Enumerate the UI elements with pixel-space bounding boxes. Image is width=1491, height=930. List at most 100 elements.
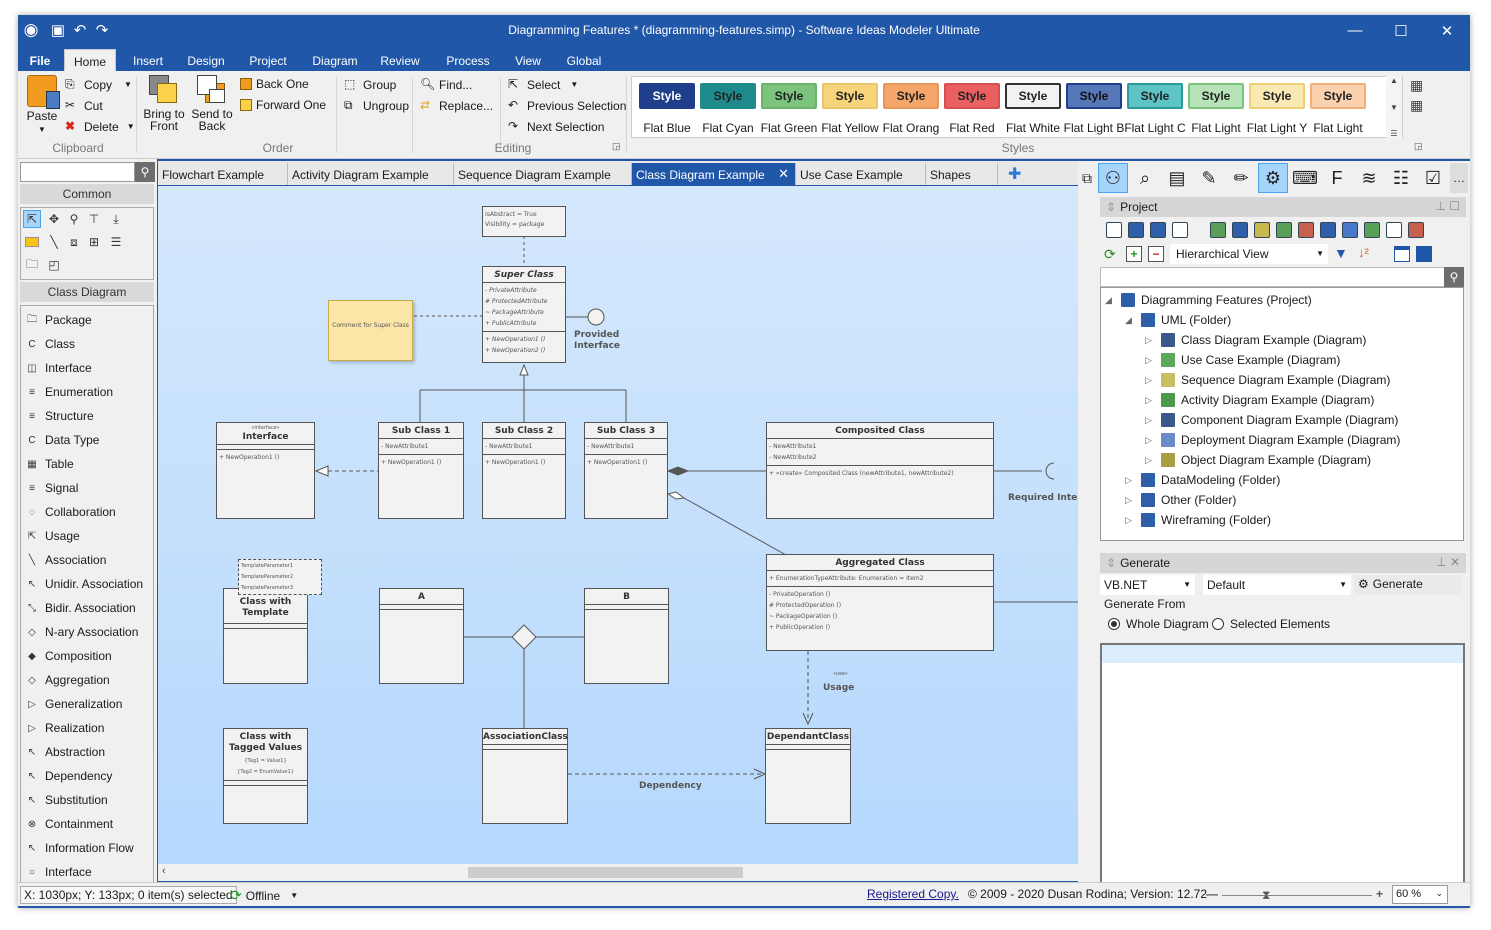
registered-copy-link[interactable]: Registered Copy. — [867, 887, 959, 901]
toolbox-item-unidir-association[interactable]: ↖ Unidir. Association — [25, 573, 143, 595]
zoom-slider-thumb[interactable]: ⧗ — [1262, 887, 1272, 903]
list-view-icon[interactable]: ☷ — [1386, 163, 1416, 193]
window-switch-icon[interactable]: ⧉ — [1078, 163, 1096, 193]
project-tool-icon[interactable] — [1172, 222, 1188, 238]
project-tool-icon[interactable] — [1210, 222, 1226, 238]
project-tool-icon[interactable] — [1254, 222, 1270, 238]
toolbox-item-association[interactable]: ╲ Association — [25, 549, 106, 571]
cut-button[interactable]: ✂ Cut — [65, 98, 103, 113]
toolbox-item-substitution[interactable]: ↖ Substitution — [25, 789, 108, 811]
group-button[interactable]: ⬚ Group — [344, 77, 396, 92]
tab-review[interactable]: Review — [374, 49, 426, 71]
styles-dialog-launcher-icon[interactable]: ◲ — [1414, 141, 1423, 152]
tree-node[interactable]: ▷ Other (Folder) — [1125, 490, 1236, 510]
toolbox-item-bidir-association[interactable]: ⤡ Bidir. Association — [25, 597, 136, 619]
style-swatch[interactable]: Style — [1249, 83, 1305, 109]
toolbox-item-class[interactable]: C Class — [25, 333, 75, 355]
project-tool-icon[interactable] — [1342, 222, 1358, 238]
toolbox-item-structure[interactable]: ≡ Structure — [25, 405, 94, 427]
aggregated-class[interactable]: Aggregated Class + EnumerationTypeAttrib… — [766, 554, 994, 651]
project-tool-icon[interactable] — [1128, 222, 1144, 238]
tree-node[interactable]: ▷ Deployment Diagram Example (Diagram) — [1145, 430, 1400, 450]
project-tool-icon[interactable] — [1408, 222, 1424, 238]
association-class[interactable]: AssociationClass — [482, 728, 568, 824]
forward-one-button[interactable]: Forward One — [240, 98, 326, 112]
expand-arrow-icon[interactable]: ▷ — [1145, 415, 1155, 426]
project-tool-icon[interactable] — [1364, 222, 1380, 238]
bring-to-front-button[interactable]: Bring to Front — [142, 75, 186, 132]
pointer-tool-icon[interactable]: ⇱ — [23, 210, 41, 228]
list-tool-icon[interactable]: ☰ — [107, 233, 125, 251]
toolbox-item-collaboration[interactable]: ◌ Collaboration — [25, 501, 116, 523]
line-tool-icon[interactable]: ╲ — [45, 233, 63, 251]
send-to-back-button[interactable]: Send to Back — [190, 75, 234, 132]
project-tool-icon[interactable] — [1298, 222, 1314, 238]
zoom-level-select[interactable]: 60 % ⌄ — [1392, 885, 1448, 904]
doc-tab[interactable]: Use Case Example — [796, 163, 926, 185]
doc-tab[interactable]: Sequence Diagram Example — [454, 163, 632, 185]
sub-class-3[interactable]: Sub Class 3 - NewAttribute1 + NewOperati… — [584, 422, 668, 519]
more-icon[interactable]: … — [1450, 163, 1468, 193]
select-button[interactable]: ⇱ Select ▼ — [508, 77, 578, 92]
element-search-icon[interactable]: ⌕ — [1130, 163, 1160, 193]
radio-selected-elements[interactable]: Selected Elements — [1212, 617, 1330, 631]
delete-button[interactable]: ✖ Delete ▼ — [65, 119, 135, 134]
tree-node[interactable]: ◢ UML (Folder) — [1125, 310, 1231, 330]
toolbox-item-interface[interactable]: ◫ Interface — [25, 357, 91, 379]
expand-arrow-icon[interactable]: ▷ — [1125, 495, 1135, 506]
collapse-all-icon[interactable]: − — [1148, 246, 1164, 262]
interface-class[interactable]: «interface» Interface + NewOperation1 () — [216, 422, 315, 519]
properties-note[interactable]: IsAbstract = True Visibility = package — [482, 206, 566, 237]
maximize-button[interactable]: ☐ — [1378, 15, 1424, 46]
expand-arrow-icon[interactable]: ▷ — [1145, 355, 1155, 366]
toolbox-item-information-flow[interactable]: ↖ Information Flow — [25, 837, 134, 859]
boundary-tool-icon[interactable]: ◰ — [45, 256, 63, 274]
expand-arrow-icon[interactable]: ▷ — [1145, 455, 1155, 466]
tab-home[interactable]: Home — [64, 49, 116, 71]
window-icon[interactable] — [1394, 246, 1410, 262]
project-tool-icon[interactable] — [1320, 222, 1336, 238]
canvas-horizontal-scrollbar[interactable]: ‹ — [158, 864, 1078, 881]
generated-code-output[interactable] — [1100, 643, 1465, 890]
class-a[interactable]: A — [379, 588, 464, 684]
generate-icon[interactable]: ⚙ — [1258, 163, 1288, 193]
toolbox-search-input[interactable] — [20, 162, 135, 182]
expand-arrow-icon[interactable]: ▷ — [1125, 515, 1135, 526]
expand-all-icon[interactable]: + — [1126, 246, 1142, 262]
doc-tab[interactable]: Activity Diagram Example — [288, 163, 454, 185]
toolbox-item-enumeration[interactable]: ≡ Enumeration — [25, 381, 113, 403]
project-tool-icon[interactable] — [1232, 222, 1248, 238]
refresh-icon[interactable]: ⟳ — [1104, 246, 1116, 263]
tree-node[interactable]: ▷ Component Diagram Example (Diagram) — [1145, 410, 1398, 430]
tab-global[interactable]: Global — [560, 49, 608, 71]
minimize-button[interactable]: — — [1332, 15, 1378, 46]
format-painter-icon[interactable]: ⊤ — [85, 210, 103, 228]
zoom-out-button[interactable]: — — [1206, 887, 1218, 901]
note-tool-icon[interactable] — [23, 233, 41, 251]
style-swatch[interactable]: Style — [883, 83, 939, 109]
tree-node[interactable]: ▷ DataModeling (Folder) — [1125, 470, 1280, 490]
ungroup-button[interactable]: ⧉ Ungroup — [344, 98, 409, 113]
search-icon[interactable]: ⚲ — [135, 162, 155, 182]
close-button[interactable]: ✕ — [1424, 15, 1470, 46]
toolbox-item-containment[interactable]: ⊗ Containment — [25, 813, 113, 835]
view-mode-select[interactable]: Hierarchical View ▼ — [1170, 244, 1328, 264]
toolbox-item-realization[interactable]: ▷ Realization — [25, 717, 104, 739]
language-select[interactable]: VB.NET ▼ — [1100, 575, 1195, 595]
editing-dialog-launcher-icon[interactable]: ◲ — [612, 141, 621, 152]
style-swatch[interactable]: Style — [1310, 83, 1366, 109]
sort-icon[interactable]: ↓² — [1358, 245, 1369, 260]
style-apply-icon[interactable]: ▦ — [1410, 77, 1423, 94]
tab-view[interactable]: View — [506, 49, 550, 71]
toolbox-item-interface[interactable]: ○ Interface — [25, 861, 92, 883]
filter-icon[interactable]: ▼ — [1334, 245, 1348, 261]
doc-tab[interactable]: Flowchart Example — [158, 163, 288, 185]
palette-icon[interactable]: ✏ — [1226, 163, 1256, 193]
class-diagram-section-header[interactable]: Class Diagram — [20, 282, 154, 302]
toolbox-item-composition[interactable]: ◆ Composition — [25, 645, 112, 667]
toolbox-item-dependency[interactable]: ↖ Dependency — [25, 765, 113, 787]
back-one-button[interactable]: Back One — [240, 77, 309, 91]
class-b[interactable]: B — [584, 588, 669, 684]
image-tool-icon[interactable]: ⧈ — [65, 233, 83, 251]
style-swatch[interactable]: Style — [700, 83, 756, 109]
